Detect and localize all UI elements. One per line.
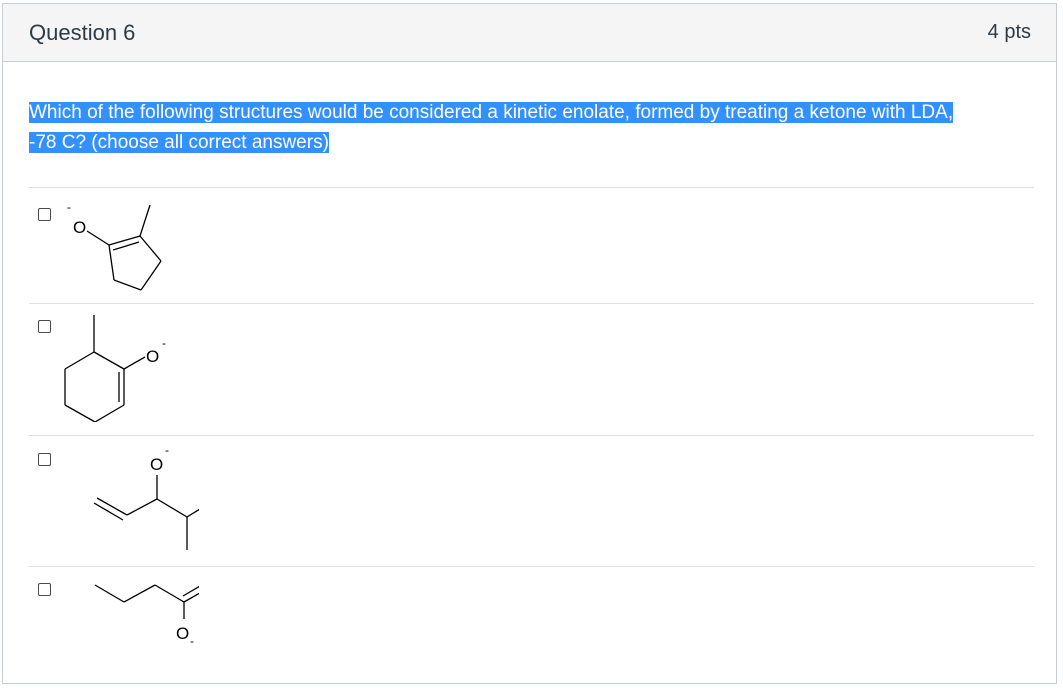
question-text-line1: Which of the following structures would … <box>29 102 954 123</box>
structure-1-charge: - <box>67 200 71 214</box>
structure-4-charge: - <box>190 634 194 648</box>
question-title: Question 6 <box>29 19 136 45</box>
question-card: Question 6 4 pts Which of the following … <box>2 3 1057 684</box>
structure-4-oxygen: O <box>176 624 189 643</box>
structure-3-oxygen: O <box>150 455 163 474</box>
question-points: 4 pts <box>987 21 1031 43</box>
question-header: Question 6 4 pts <box>3 4 1056 62</box>
answer-checkbox-1[interactable] <box>38 208 51 221</box>
structure-1: - O <box>67 200 162 291</box>
answer-option-2[interactable]: O - <box>29 303 1034 435</box>
structure-3-charge: - <box>165 443 169 457</box>
structure-2-charge: - <box>162 336 166 350</box>
answer-option-1[interactable]: - O <box>29 187 1034 303</box>
answer-checkbox-2[interactable] <box>38 320 51 333</box>
structure-2-oxygen: O <box>146 347 159 366</box>
question-text-line2: -78 C? (choose all correct answers) <box>29 132 329 153</box>
structure-4: O - <box>94 584 199 648</box>
structure-3: - O <box>93 443 199 550</box>
answer-checkbox-4[interactable] <box>38 583 51 596</box>
answer-checkbox-3[interactable] <box>38 453 51 466</box>
structure-1-oxygen: O <box>73 218 86 237</box>
question-text: Which of the following structures would … <box>29 98 1014 158</box>
answer-option-3[interactable]: - O <box>29 435 1034 566</box>
answer-option-4[interactable]: O - <box>29 566 1034 683</box>
answer-list: - O O - - O O - <box>29 187 1034 683</box>
structure-2: O - <box>64 315 166 422</box>
